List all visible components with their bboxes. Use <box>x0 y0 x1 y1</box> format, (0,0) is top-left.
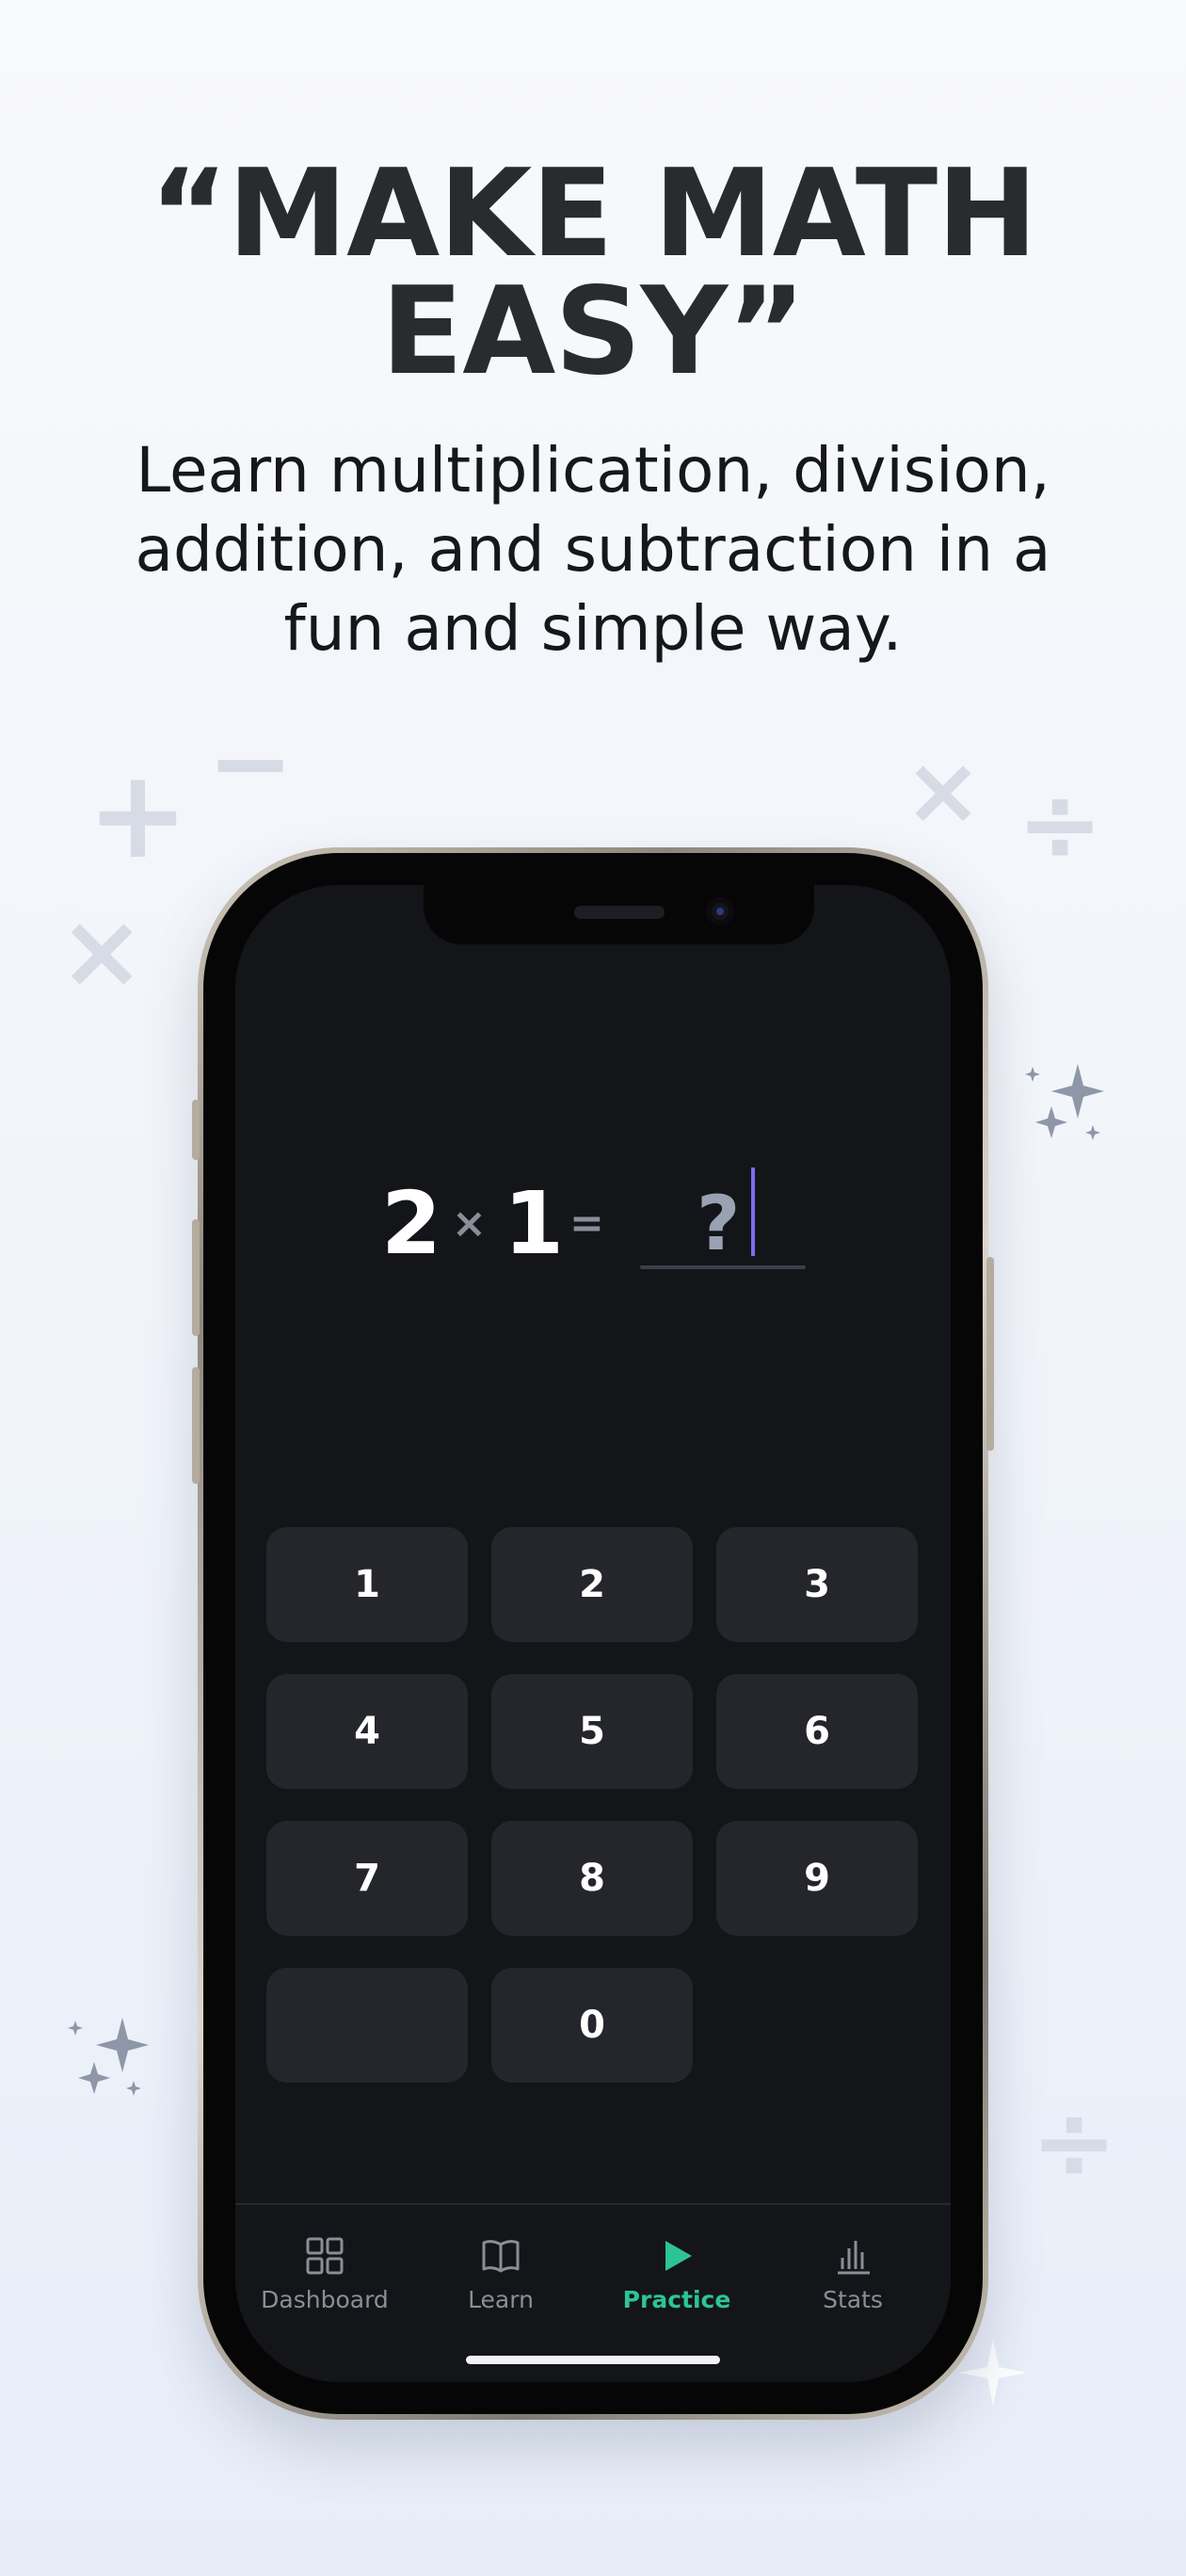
answer-placeholder[interactable]: ? <box>697 1167 740 1280</box>
subtitle-line-1: Learn multiplication, division, <box>136 434 1050 507</box>
speaker-grille <box>574 906 665 919</box>
minus-decoration-icon: − <box>207 702 295 823</box>
divide-decoration-icon: ÷ <box>1017 764 1104 884</box>
key-4[interactable]: 4 <box>266 1674 468 1789</box>
times-decoration-icon: × <box>58 891 146 1011</box>
equation: 2 × 1 = ? <box>235 1167 951 1280</box>
mute-switch <box>192 1100 200 1160</box>
operand-1: 2 <box>381 1173 442 1274</box>
key-6[interactable]: 6 <box>716 1674 918 1789</box>
play-icon <box>665 2241 692 2271</box>
power-button <box>986 1257 994 1451</box>
key-5[interactable]: 5 <box>491 1674 693 1789</box>
subtitle-line-3: fun and simple way. <box>283 592 903 665</box>
key-3[interactable]: 3 <box>716 1527 918 1642</box>
key-2[interactable]: 2 <box>491 1527 693 1642</box>
tab-dashboard-label: Dashboard <box>261 2286 389 2313</box>
grid-icon <box>306 2237 344 2275</box>
front-camera-icon <box>706 897 734 926</box>
key-1[interactable]: 1 <box>266 1527 468 1642</box>
key-9[interactable]: 9 <box>716 1821 918 1936</box>
tab-practice[interactable]: Practice <box>587 2205 766 2337</box>
sparkle-icon <box>1025 1064 1104 1140</box>
headline-line-2: EASY” <box>380 262 807 402</box>
tab-dashboard[interactable]: Dashboard <box>235 2205 414 2337</box>
book-icon <box>482 2240 520 2273</box>
plus-decoration-icon: + <box>87 743 189 886</box>
subtitle-line-2: addition, and subtraction in a <box>135 513 1051 586</box>
home-indicator[interactable] <box>466 2356 720 2364</box>
volume-down-button <box>192 1367 200 1484</box>
notch <box>424 885 814 944</box>
bar-chart-icon <box>838 2241 870 2275</box>
key-0[interactable]: 0 <box>491 1968 693 2083</box>
volume-up-button <box>192 1219 200 1336</box>
tab-stats-label: Stats <box>823 2286 883 2313</box>
operand-2: 1 <box>504 1173 565 1274</box>
headline: “MAKE MATH EASY” <box>0 144 1186 402</box>
text-cursor <box>751 1167 755 1256</box>
tab-practice-label: Practice <box>622 2286 731 2313</box>
tab-learn[interactable]: Learn <box>411 2205 590 2337</box>
times-decoration-icon: × <box>904 735 983 845</box>
divide-decoration-icon: ÷ <box>1031 2082 1118 2202</box>
headline-line-1: “MAKE MATH <box>149 144 1038 284</box>
subtitle: Learn multiplication, division, addition… <box>113 431 1073 668</box>
answer-input-underline[interactable] <box>640 1265 806 1269</box>
tab-stats[interactable]: Stats <box>763 2205 942 2337</box>
key-blank[interactable] <box>266 1968 468 2083</box>
phone-screen: 2 × 1 = ? 1 2 3 4 5 6 7 8 9 0 Dashboard … <box>235 885 951 2382</box>
sparkle-icon <box>68 2018 149 2096</box>
operator: × <box>452 1199 487 1248</box>
equals-sign: = <box>569 1199 604 1248</box>
key-7[interactable]: 7 <box>266 1821 468 1936</box>
key-8[interactable]: 8 <box>491 1821 693 1936</box>
tab-learn-label: Learn <box>468 2286 534 2313</box>
